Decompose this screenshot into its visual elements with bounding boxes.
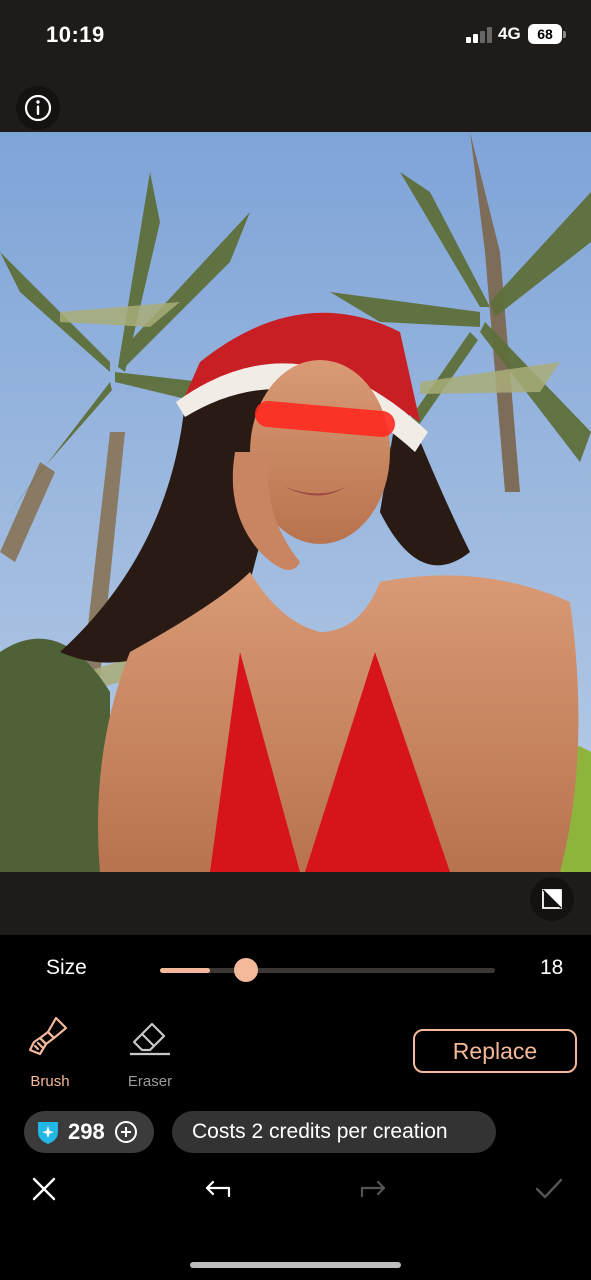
network-label: 4G — [498, 24, 521, 43]
cost-info: Costs 2 credits per creation — [172, 1111, 496, 1153]
redo-icon[interactable] — [360, 1176, 388, 1202]
size-slider[interactable] — [160, 958, 495, 982]
brush-mask-stroke — [255, 401, 395, 437]
brush-tool[interactable]: Brush — [15, 1012, 85, 1090]
credits-balance: 298 — [68, 1119, 105, 1144]
compare-icon — [542, 889, 562, 909]
signal-icon — [466, 27, 492, 43]
size-slider-thumb[interactable] — [234, 958, 259, 982]
eraser-tool[interactable]: Eraser — [115, 1012, 185, 1090]
home-indicator — [190, 1262, 401, 1268]
photo-canvas[interactable] — [0, 132, 591, 872]
add-credits-icon[interactable] — [113, 1119, 139, 1145]
foliage — [0, 638, 110, 872]
info-circle-icon — [24, 94, 52, 122]
size-label: Size — [46, 956, 87, 979]
info-button[interactable] — [16, 86, 60, 130]
close-icon[interactable] — [30, 1176, 58, 1202]
undo-icon[interactable] — [203, 1176, 231, 1202]
eraser-icon — [130, 1022, 170, 1056]
status-bar: 10:19 4G 68 — [0, 0, 591, 72]
status-time: 10:19 — [46, 22, 105, 47]
credit-gem-icon — [38, 1122, 58, 1144]
compare-button[interactable] — [530, 877, 574, 921]
brush-label: Brush — [30, 1073, 70, 1090]
size-value: 18 — [540, 956, 564, 979]
credits-pill[interactable]: 298 — [24, 1111, 154, 1153]
replace-button[interactable]: Replace — [413, 1029, 577, 1073]
size-slider-fill — [160, 968, 211, 973]
eraser-label: Eraser — [127, 1073, 173, 1090]
battery-tip — [563, 31, 566, 38]
check-icon[interactable] — [535, 1176, 563, 1202]
battery-icon: 68 — [528, 24, 562, 44]
brush-icon — [28, 1016, 68, 1056]
